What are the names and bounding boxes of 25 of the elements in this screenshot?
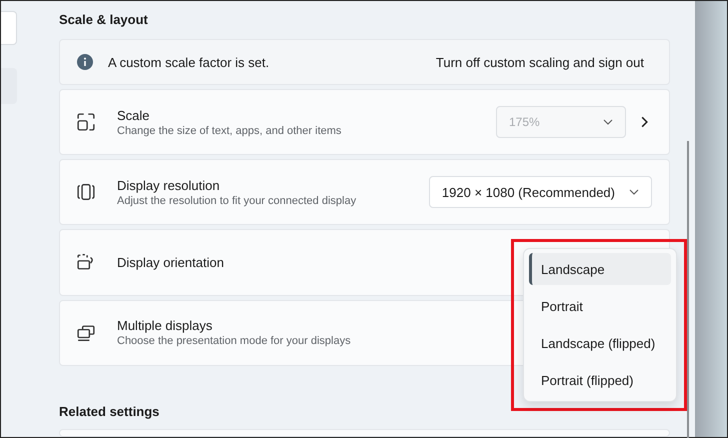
setting-description: Change the size of text, apps, and other items xyxy=(117,124,342,136)
menu-item[interactable]: Portrait (flipped) xyxy=(529,364,671,396)
chevron-down-icon xyxy=(629,189,639,196)
dropdown[interactable]: 1920 × 1080 (Recommended) xyxy=(428,176,652,208)
sign-out-link[interactable]: Turn off custom scaling and sign out xyxy=(436,54,644,70)
resolution-icon xyxy=(77,183,95,202)
monitors-icon xyxy=(77,324,95,342)
scale-icon xyxy=(77,113,95,131)
sidebar-selected-item[interactable] xyxy=(1,68,17,104)
section-heading: Related settings xyxy=(59,402,160,421)
menu-item[interactable]: Landscape xyxy=(529,253,671,285)
setting-title: Display resolution xyxy=(117,178,220,193)
notice-text: A custom scale factor is set. xyxy=(108,54,270,70)
setting-description: Choose the presentation mode for your displays xyxy=(117,335,351,348)
rotate-screen-icon xyxy=(77,253,95,272)
menu-item[interactable]: Landscape (flipped) xyxy=(529,327,671,359)
setting-title: Display orientation xyxy=(117,254,224,270)
setting-card[interactable]: Display resolution Adjust the resolution to fit your connected display 1920 × 1080 (Recommended) xyxy=(59,159,670,226)
info-icon xyxy=(77,54,93,70)
setting-title: Multiple displays xyxy=(117,318,212,334)
chevron-down-icon xyxy=(603,119,613,125)
setting-description: Adjust the resolution to fit your connected display xyxy=(117,194,356,207)
section-heading: Scale & layout xyxy=(59,10,149,29)
setting-title: Scale xyxy=(117,108,150,122)
scrollbar[interactable] xyxy=(687,141,689,438)
